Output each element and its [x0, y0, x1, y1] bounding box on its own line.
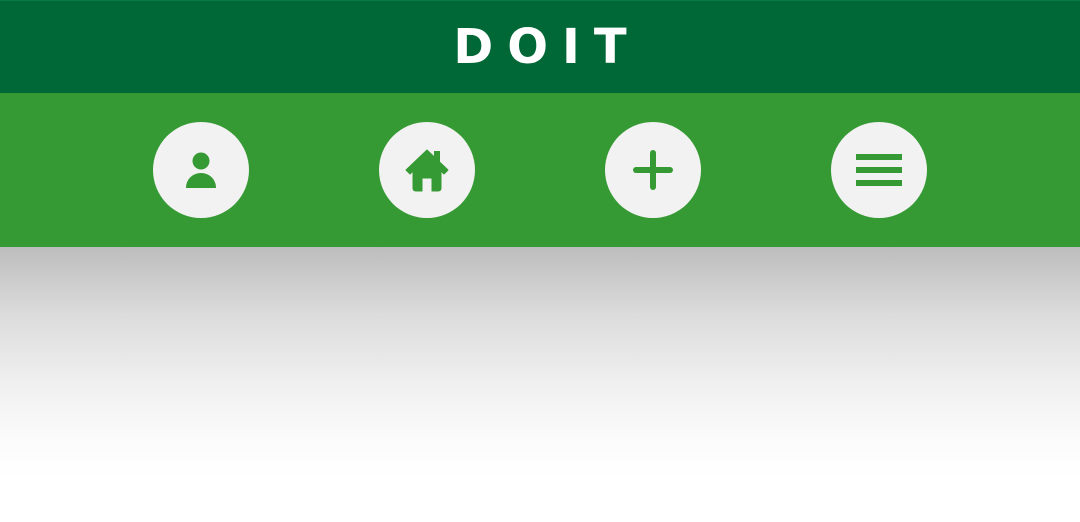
title-bar: DOIT: [0, 0, 1080, 93]
home-button[interactable]: [379, 122, 475, 218]
person-icon: [177, 146, 225, 194]
app-root: DOIT: [0, 0, 1080, 522]
home-icon: [403, 146, 451, 194]
add-button[interactable]: [605, 122, 701, 218]
profile-button[interactable]: [153, 122, 249, 218]
nav-bar: [0, 93, 1080, 247]
app-title: DOIT: [453, 19, 641, 75]
main-content-area: [0, 247, 1080, 522]
menu-icon: [855, 146, 903, 194]
menu-button[interactable]: [831, 122, 927, 218]
plus-icon: [629, 146, 677, 194]
